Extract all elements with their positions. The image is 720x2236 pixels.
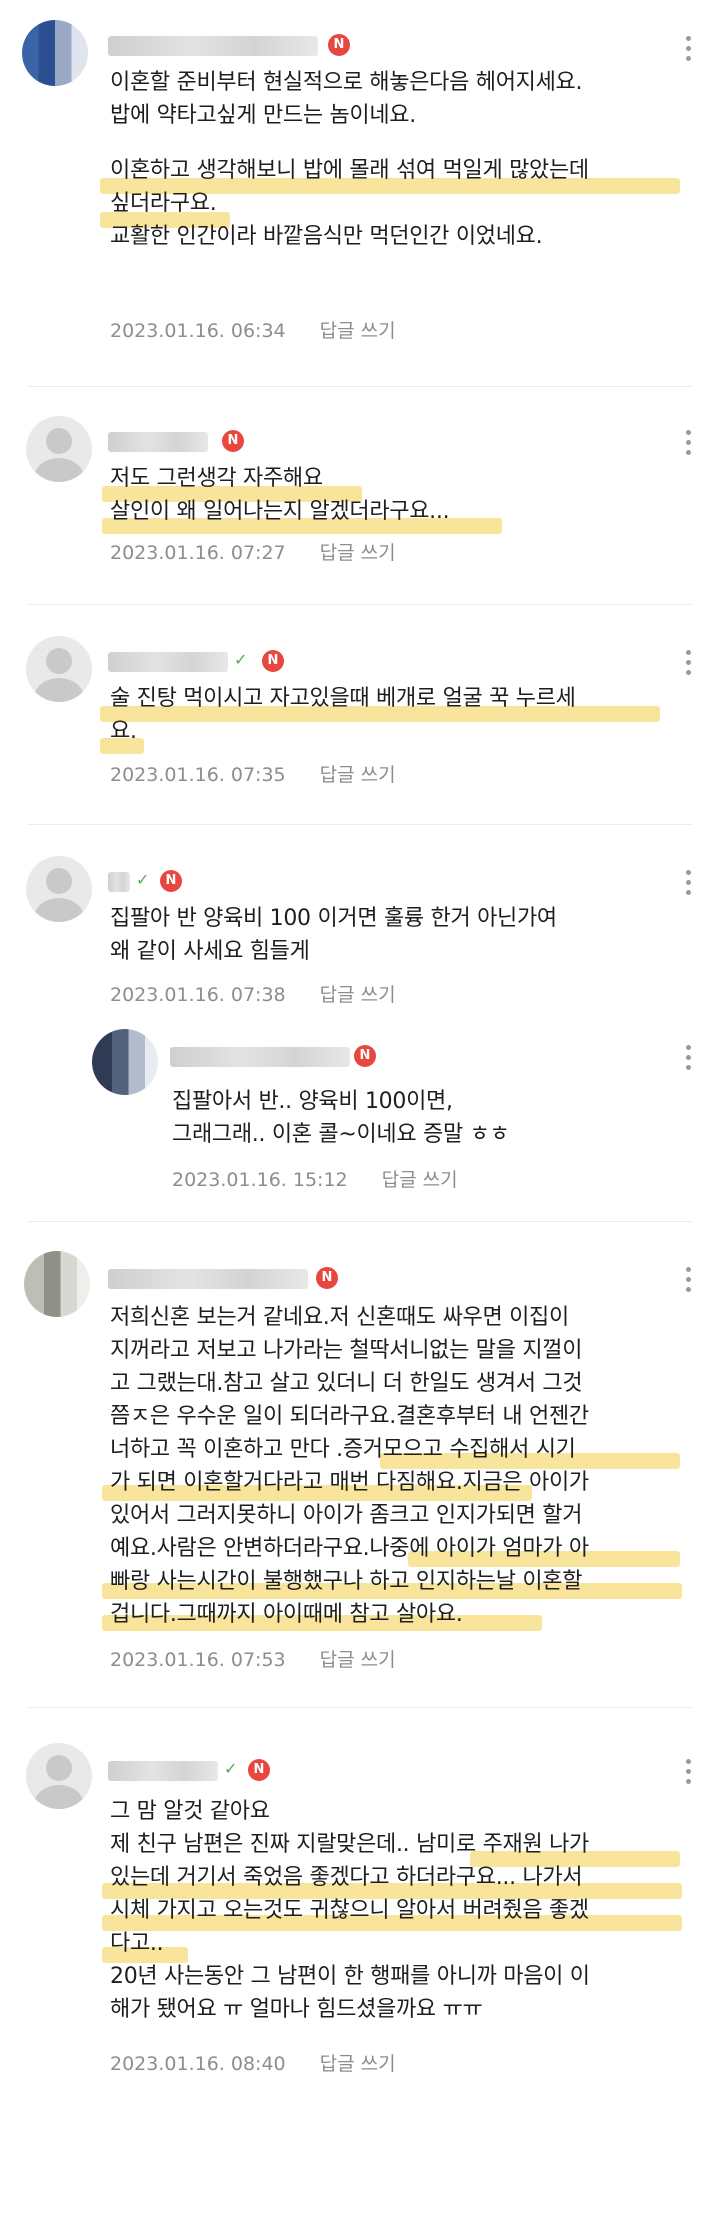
reply-button[interactable]: 답글 쓰기 [320,1649,396,1671]
more-options-icon[interactable] [686,1045,692,1075]
avatar[interactable] [22,20,88,86]
nickname-blurred[interactable] [170,1047,350,1067]
new-badge: N [222,430,244,452]
nickname-blurred[interactable] [108,432,208,452]
comment-meta: 2023.01.16. 08:40 답글 쓰기 [110,2049,396,2076]
nested-reply: N 집팔아서 반.. 양육비 100이면, 그래그래.. 이혼 콜~이네요 증말… [0,1005,720,1225]
comment-date: 2023.01.16. 07:38 [110,984,286,1006]
nickname-blurred[interactable] [108,652,228,672]
leaf-icon: ✓ [136,870,150,889]
new-badge: N [316,1267,338,1289]
comment-text: 저희신혼 보는거 같네요.저 신혼때도 싸우면 이집이 지꺼라고 저보고 나가라… [110,1305,589,1627]
comment-date: 2023.01.16. 08:40 [110,2053,286,2075]
comment-text: 이혼할 준비부터 현실적으로 해놓은다음 헤어지세요. 밥에 약타고싶게 만드는… [110,70,589,249]
comment-meta: 2023.01.16. 15:12 답글 쓰기 [172,1165,458,1192]
more-options-icon[interactable] [686,36,692,66]
comment-date: 2023.01.16. 07:27 [110,542,286,564]
reply-button[interactable]: 답글 쓰기 [320,764,396,786]
divider [28,1221,692,1222]
leaf-icon: ✓ [234,650,248,669]
comment-date: 2023.01.16. 06:34 [110,320,286,342]
more-options-icon[interactable] [686,430,692,460]
reply-button[interactable]: 답글 쓰기 [320,320,396,342]
leaf-icon: ✓ [224,1759,238,1778]
comment-thread: N 이혼할 준비부터 현실적으로 해놓은다음 헤어지세요. 밥에 약타고싶게 만… [0,0,720,2236]
nickname-blurred[interactable] [108,1761,218,1781]
comment: ✓ N 그 맘 알것 같아요 제 친구 남편은 진짜 지랄맞은데.. 남미로 주… [0,1715,720,2236]
new-badge: N [328,34,350,56]
avatar[interactable] [26,636,92,702]
comment: N 저희신혼 보는거 같네요.저 신혼때도 싸우면 이집이 지꺼라고 저보고 나… [0,1225,720,1725]
avatar[interactable] [26,416,92,482]
avatar[interactable] [26,856,92,922]
comment-text: 그 맘 알것 같아요 제 친구 남편은 진짜 지랄맞은데.. 남미로 주재원 나… [110,1799,590,2022]
more-options-icon[interactable] [686,870,692,900]
more-options-icon[interactable] [686,1759,692,1789]
new-badge: N [248,1759,270,1781]
more-options-icon[interactable] [686,650,692,680]
comment-text: 집팔아서 반.. 양육비 100이면, 그래그래.. 이혼 콜~이네요 증말 ㅎ… [172,1089,510,1147]
nickname-blurred[interactable] [108,36,318,56]
more-options-icon[interactable] [686,1267,692,1297]
new-badge: N [160,870,182,892]
comment-date: 2023.01.16. 07:35 [110,764,286,786]
reply-button[interactable]: 답글 쓰기 [320,2053,396,2075]
comment-date: 2023.01.16. 07:53 [110,1649,286,1671]
divider [28,824,692,825]
divider [28,1707,692,1708]
reply-button[interactable]: 답글 쓰기 [320,542,396,564]
comment: N 저도 그런생각 자주해요 살인이 왜 일어나는지 알겠더라구요... 202… [0,390,720,610]
comment-date: 2023.01.16. 15:12 [172,1169,348,1191]
comment-meta: 2023.01.16. 07:38 답글 쓰기 [110,980,396,1007]
comment-meta: 2023.01.16. 07:53 답글 쓰기 [110,1645,396,1672]
nickname-blurred[interactable] [108,1269,308,1289]
comment-meta: 2023.01.16. 07:27 답글 쓰기 [110,538,396,565]
avatar[interactable] [26,1743,92,1809]
reply-button[interactable]: 답글 쓰기 [382,1169,458,1191]
comment-text: 집팔아 반 양육비 100 이거면 훌륭 한거 아닌가여 왜 같이 사세요 힘들… [110,906,557,964]
comment: N 이혼할 준비부터 현실적으로 해놓은다음 헤어지세요. 밥에 약타고싶게 만… [0,0,720,390]
new-badge: N [354,1045,376,1067]
divider [28,386,692,387]
comment: ✓ N 술 진탕 먹이시고 자고있을때 베개로 얼굴 꾹 누르세 요. 2023… [0,610,720,830]
comment-text: 술 진탕 먹이시고 자고있을때 베개로 얼굴 꾹 누르세 요. [110,686,576,744]
avatar[interactable] [92,1029,158,1095]
avatar[interactable] [24,1251,90,1317]
comment-meta: 2023.01.16. 07:35 답글 쓰기 [110,760,396,787]
new-badge: N [262,650,284,672]
reply-button[interactable]: 답글 쓰기 [320,984,396,1006]
nickname-blurred[interactable] [108,872,130,892]
comment-text: 저도 그런생각 자주해요 살인이 왜 일어나는지 알겠더라구요... [110,466,450,524]
divider [28,604,692,605]
comment-meta: 2023.01.16. 06:34 답글 쓰기 [110,316,396,343]
